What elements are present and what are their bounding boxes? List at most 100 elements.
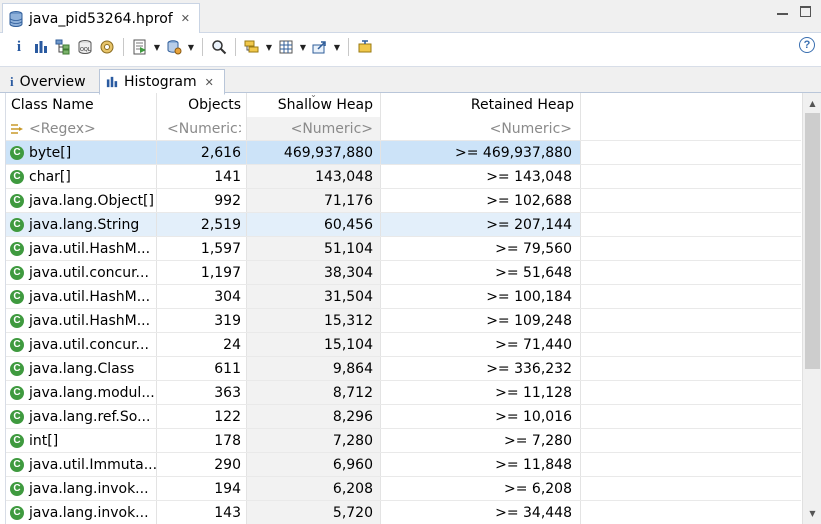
cell-objects: 992 bbox=[157, 189, 247, 212]
table-row[interactable]: Cjava.lang.invok... 194 6,208 >= 6,208 bbox=[6, 477, 801, 501]
table-row[interactable]: Cint[] 178 7,280 >= 7,280 bbox=[6, 429, 801, 453]
cell-shallow-heap: 60,456 bbox=[247, 213, 381, 236]
histogram-icon bbox=[106, 76, 118, 88]
table-row[interactable]: Cjava.lang.String 2,519 60,456 >= 207,144 bbox=[6, 213, 801, 237]
class-icon: C bbox=[10, 457, 24, 472]
table-row[interactable]: Cjava.lang.invok... 143 5,720 >= 34,448 bbox=[6, 501, 801, 524]
group-by-icon[interactable] bbox=[241, 36, 263, 58]
dominator-tree-icon[interactable] bbox=[52, 36, 74, 58]
column-header-retained-heap[interactable]: Retained Heap bbox=[381, 93, 581, 117]
table-row[interactable]: Cjava.lang.Class 611 9,864 >= 336,232 bbox=[6, 357, 801, 381]
scroll-up-icon[interactable]: ▲ bbox=[803, 95, 821, 112]
tab-overview[interactable]: i Overview bbox=[4, 69, 99, 94]
query-browser-icon[interactable] bbox=[163, 36, 185, 58]
filter-objects[interactable]: <Numeric> bbox=[157, 117, 247, 140]
minimize-icon[interactable] bbox=[777, 6, 788, 17]
cell-shallow-heap: 9,864 bbox=[247, 357, 381, 380]
cell-objects: 304 bbox=[157, 285, 247, 308]
class-icon: C bbox=[10, 433, 24, 448]
table-row[interactable]: Cjava.lang.modul... 363 8,712 >= 11,128 bbox=[6, 381, 801, 405]
cell-objects: 141 bbox=[157, 165, 247, 188]
class-name-text: java.util.HashM... bbox=[29, 288, 151, 305]
chevron-down-icon[interactable]: ▼ bbox=[185, 43, 197, 52]
filter-placeholder: <Regex> bbox=[29, 120, 96, 137]
filter-shallow-heap[interactable]: <Numeric> bbox=[247, 117, 381, 140]
class-name-text: byte[] bbox=[29, 144, 72, 161]
editor-tab-heap-dump[interactable]: java_pid53264.hprof ✕ bbox=[2, 3, 200, 33]
cell-class-name: Cjava.lang.Object[] bbox=[6, 189, 157, 212]
cell-retained-heap: >= 7,280 bbox=[381, 429, 581, 452]
close-icon[interactable]: ✕ bbox=[181, 12, 190, 25]
class-name-text: int[] bbox=[29, 432, 59, 449]
table-row[interactable]: Cchar[] 141 143,048 >= 143,048 bbox=[6, 165, 801, 189]
cell-objects: 363 bbox=[157, 381, 247, 404]
table-row[interactable]: Cjava.util.concur... 24 15,104 >= 71,440 bbox=[6, 333, 801, 357]
class-name-text: java.lang.String bbox=[29, 216, 140, 233]
cell-retained-heap: >= 10,016 bbox=[381, 405, 581, 428]
oql-icon[interactable]: OQL bbox=[74, 36, 96, 58]
toolbar-separator bbox=[123, 38, 124, 56]
vertical-scrollbar[interactable]: ▲ ▼ bbox=[802, 93, 821, 524]
info-icon: i bbox=[10, 73, 14, 89]
export-icon[interactable] bbox=[309, 36, 331, 58]
svg-text:OQL: OQL bbox=[80, 47, 91, 53]
table-row[interactable]: Cjava.util.HashM... 1,597 51,104 >= 79,560 bbox=[6, 237, 801, 261]
cell-retained-heap: >= 207,144 bbox=[381, 213, 581, 236]
class-name-text: java.util.concur... bbox=[29, 264, 149, 281]
cell-shallow-heap: 8,296 bbox=[247, 405, 381, 428]
cell-retained-heap: >= 34,448 bbox=[381, 501, 581, 524]
help-icon[interactable]: ? bbox=[799, 37, 815, 53]
column-header-shallow-heap[interactable]: ⌄ Shallow Heap bbox=[247, 93, 381, 117]
table-row[interactable]: Cjava.util.HashM... 319 15,312 >= 109,248 bbox=[6, 309, 801, 333]
table-row[interactable]: Cjava.util.HashM... 304 31,504 >= 100,184 bbox=[6, 285, 801, 309]
table-row[interactable]: Cjava.lang.ref.So... 122 8,296 >= 10,016 bbox=[6, 405, 801, 429]
close-icon[interactable]: ✕ bbox=[205, 76, 214, 89]
cell-class-name: Cjava.lang.invok... bbox=[6, 501, 157, 524]
scroll-down-icon[interactable]: ▼ bbox=[803, 505, 821, 522]
cell-objects: 2,519 bbox=[157, 213, 247, 236]
table-body: <Regex> <Numeric> <Numeric> <Numeric> Cb… bbox=[6, 117, 801, 524]
heap-dump-icon bbox=[9, 10, 23, 27]
thread-overview-icon[interactable] bbox=[96, 36, 118, 58]
class-name-text: java.lang.modul... bbox=[29, 384, 155, 401]
cell-class-name: Cchar[] bbox=[6, 165, 157, 188]
filter-retained-heap[interactable]: <Numeric> bbox=[381, 117, 581, 140]
run-report-icon[interactable] bbox=[129, 36, 151, 58]
cell-class-name: Cjava.util.HashM... bbox=[6, 285, 157, 308]
scrollbar-thumb[interactable] bbox=[805, 113, 820, 369]
chevron-down-icon[interactable]: ▼ bbox=[297, 43, 309, 52]
find-object-icon[interactable] bbox=[208, 36, 230, 58]
cell-retained-heap: >= 6,208 bbox=[381, 477, 581, 500]
table-row[interactable]: Cjava.util.Immuta... 290 6,960 >= 11,848 bbox=[6, 453, 801, 477]
table-row[interactable]: Cjava.util.concur... 1,197 38,304 >= 51,648 bbox=[6, 261, 801, 285]
tab-histogram[interactable]: Histogram ✕ bbox=[99, 69, 225, 95]
class-name-text: java.util.HashM... bbox=[29, 240, 151, 257]
filter-class-name[interactable]: <Regex> bbox=[6, 117, 157, 140]
column-header-objects[interactable]: Objects bbox=[157, 93, 247, 117]
chevron-down-icon[interactable]: ▼ bbox=[151, 43, 163, 52]
pin-icon[interactable] bbox=[354, 36, 376, 58]
class-icon: C bbox=[10, 313, 24, 328]
cell-class-name: Cjava.util.HashM... bbox=[6, 237, 157, 260]
cell-retained-heap: >= 11,128 bbox=[381, 381, 581, 404]
class-name-text: java.lang.ref.So... bbox=[29, 408, 151, 425]
histogram-icon[interactable] bbox=[30, 36, 52, 58]
cell-retained-heap: >= 71,440 bbox=[381, 333, 581, 356]
toolbar: i OQL ▼ ▼ ▼ ▼ ▼ ? bbox=[0, 33, 821, 61]
table-row[interactable]: Cjava.lang.Object[] 992 71,176 >= 102,688 bbox=[6, 189, 801, 213]
cell-class-name: Cjava.util.concur... bbox=[6, 261, 157, 284]
chevron-down-icon[interactable]: ▼ bbox=[263, 43, 275, 52]
class-icon: C bbox=[10, 193, 24, 208]
cell-class-name: Cjava.lang.modul... bbox=[6, 381, 157, 404]
cell-retained-heap: >= 102,688 bbox=[381, 189, 581, 212]
regex-filter-icon bbox=[11, 123, 23, 134]
toolbar-separator bbox=[202, 38, 203, 56]
chevron-down-icon[interactable]: ▼ bbox=[331, 43, 343, 52]
info-icon[interactable]: i bbox=[8, 36, 30, 58]
column-header-class-name[interactable]: Class Name bbox=[6, 93, 157, 117]
table-row[interactable]: Cbyte[] 2,616 469,937,880 >= 469,937,880 bbox=[6, 141, 801, 165]
calculate-retained-icon[interactable] bbox=[275, 36, 297, 58]
cell-shallow-heap: 8,712 bbox=[247, 381, 381, 404]
maximize-icon[interactable] bbox=[800, 6, 811, 17]
class-name-text: java.lang.invok... bbox=[29, 504, 149, 521]
